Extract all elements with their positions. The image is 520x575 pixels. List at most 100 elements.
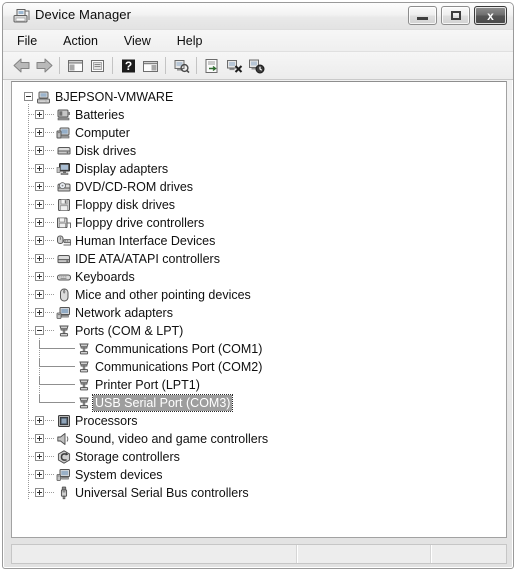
tree-node-label[interactable]: Floppy drive controllers <box>75 215 204 231</box>
tree-node[interactable]: Human Interface Devices <box>12 232 506 250</box>
menu-file[interactable]: File <box>15 33 39 49</box>
toolbar-separator <box>165 57 166 74</box>
expand-toggle-icon[interactable] <box>35 182 44 191</box>
tree-node-label[interactable]: Batteries <box>75 107 124 123</box>
tree-node[interactable]: Processors <box>12 412 506 430</box>
tree-node[interactable]: Display adapters <box>12 160 506 178</box>
expand-toggle-icon[interactable] <box>35 218 44 227</box>
expand-toggle-icon[interactable] <box>35 254 44 263</box>
scan-for-hardware-changes-button[interactable] <box>170 55 192 77</box>
tree-node[interactable]: System devices <box>12 466 506 484</box>
tree-node[interactable]: Communications Port (COM2) <box>12 358 506 376</box>
expand-toggle-icon[interactable] <box>35 146 44 155</box>
processor-icon <box>56 413 72 429</box>
tree-node-label[interactable]: Human Interface Devices <box>75 233 215 249</box>
tree-node-label[interactable]: IDE ATA/ATAPI controllers <box>75 251 220 267</box>
scan-icon <box>174 59 190 73</box>
tree-node-label[interactable]: Floppy disk drives <box>75 197 175 213</box>
device-tree-panel[interactable]: BJEPSON-VMWARE Batteries Computer Disk driv… <box>11 81 507 538</box>
show-hide-console-tree-button[interactable] <box>64 55 86 77</box>
tree-node-label[interactable]: Sound, video and game controllers <box>75 431 268 447</box>
tree-node-label[interactable]: Mice and other pointing devices <box>75 287 251 303</box>
expand-toggle-icon[interactable] <box>35 452 44 461</box>
close-button[interactable]: x <box>474 6 507 25</box>
maximize-button[interactable] <box>441 6 470 25</box>
expand-toggle-icon[interactable] <box>35 290 44 299</box>
minimize-button[interactable] <box>408 6 437 25</box>
toolbar-separator <box>59 57 60 74</box>
tree-node[interactable]: Communications Port (COM1) <box>12 340 506 358</box>
expand-toggle-icon[interactable] <box>35 488 44 497</box>
tree-node-label[interactable]: System devices <box>75 467 163 483</box>
properties-button[interactable] <box>86 55 108 77</box>
disable-device-button[interactable] <box>245 55 267 77</box>
tree-node[interactable]: Disk drives <box>12 142 506 160</box>
tree-node[interactable]: Sound, video and game controllers <box>12 430 506 448</box>
tree-root-node[interactable]: BJEPSON-VMWARE <box>12 88 506 106</box>
expand-toggle-icon[interactable] <box>35 200 44 209</box>
tree-node[interactable]: Floppy disk drives <box>12 196 506 214</box>
tree-node-label[interactable]: Printer Port (LPT1) <box>95 377 200 393</box>
help-icon: ? <box>121 59 135 73</box>
expand-toggle-icon[interactable] <box>35 236 44 245</box>
tree-node[interactable]: Batteries <box>12 106 506 124</box>
tree-node-label[interactable]: Computer <box>75 125 130 141</box>
window-title: Device Manager <box>35 7 132 22</box>
tree-node[interactable]: Computer <box>12 124 506 142</box>
menu-bar: File Action View Help <box>3 30 513 52</box>
collapse-toggle-icon[interactable] <box>24 92 33 101</box>
expand-toggle-icon[interactable] <box>35 272 44 281</box>
expand-toggle-icon[interactable] <box>35 470 44 479</box>
tree-node-label[interactable]: BJEPSON-VMWARE <box>55 89 173 105</box>
computer-icon <box>56 125 72 141</box>
tree-node[interactable]: Storage controllers <box>12 448 506 466</box>
minimize-icon <box>417 17 428 20</box>
panel-left-icon <box>67 59 83 72</box>
back-button[interactable] <box>11 55 33 77</box>
tree-node-label[interactable]: Processors <box>75 413 138 429</box>
tree-node[interactable]: Network adapters <box>12 304 506 322</box>
status-pane-1 <box>12 545 297 563</box>
collapse-toggle-icon[interactable] <box>35 326 44 335</box>
tree-node-label[interactable]: Communications Port (COM1) <box>95 341 262 357</box>
expand-toggle-icon[interactable] <box>35 110 44 119</box>
tree-connector-line <box>40 384 75 385</box>
help-button[interactable]: ? <box>117 55 139 77</box>
expand-toggle-icon[interactable] <box>35 416 44 425</box>
port-icon <box>76 359 92 375</box>
expand-toggle-icon[interactable] <box>35 434 44 443</box>
ide-controller-icon <box>56 251 72 267</box>
expand-toggle-icon[interactable] <box>35 164 44 173</box>
show-hide-action-pane-button[interactable] <box>139 55 161 77</box>
tree-node-label[interactable]: Keyboards <box>75 269 135 285</box>
tree-node[interactable]: IDE ATA/ATAPI controllers <box>12 250 506 268</box>
tree-node[interactable]: DVD/CD-ROM drives <box>12 178 506 196</box>
tree-node[interactable]: Keyboards <box>12 268 506 286</box>
tree-node-label[interactable]: Network adapters <box>75 305 173 321</box>
tree-node[interactable]: Floppy drive controllers <box>12 214 506 232</box>
forward-button[interactable] <box>33 55 55 77</box>
expand-toggle-icon[interactable] <box>35 308 44 317</box>
tree-node-label[interactable]: DVD/CD-ROM drives <box>75 179 193 195</box>
tree-node-label[interactable]: Universal Serial Bus controllers <box>75 485 249 501</box>
tree-node[interactable]: Ports (COM & LPT) <box>12 322 506 340</box>
tree-node-label[interactable]: Disk drives <box>75 143 136 159</box>
usb-controller-icon <box>56 485 72 501</box>
uninstall-device-button[interactable] <box>223 55 245 77</box>
menu-action[interactable]: Action <box>61 33 100 49</box>
tree-node[interactable]: USB Serial Port (COM3) <box>12 394 506 412</box>
tree-node[interactable]: Universal Serial Bus controllers <box>12 484 506 502</box>
tree-node[interactable]: Mice and other pointing devices <box>12 286 506 304</box>
tree-node[interactable]: Printer Port (LPT1) <box>12 376 506 394</box>
toolbar-separator <box>196 57 197 74</box>
tree-node-label[interactable]: Storage controllers <box>75 449 180 465</box>
tree-node-label[interactable]: USB Serial Port (COM3) <box>91 394 234 412</box>
tree-node-label[interactable]: Ports (COM & LPT) <box>75 323 183 339</box>
tree-node-label[interactable]: Display adapters <box>75 161 168 177</box>
update-driver-software-button[interactable] <box>201 55 223 77</box>
menu-help[interactable]: Help <box>175 33 205 49</box>
tree-node-label[interactable]: Communications Port (COM2) <box>95 359 262 375</box>
hid-icon <box>56 233 72 249</box>
menu-view[interactable]: View <box>122 33 153 49</box>
expand-toggle-icon[interactable] <box>35 128 44 137</box>
